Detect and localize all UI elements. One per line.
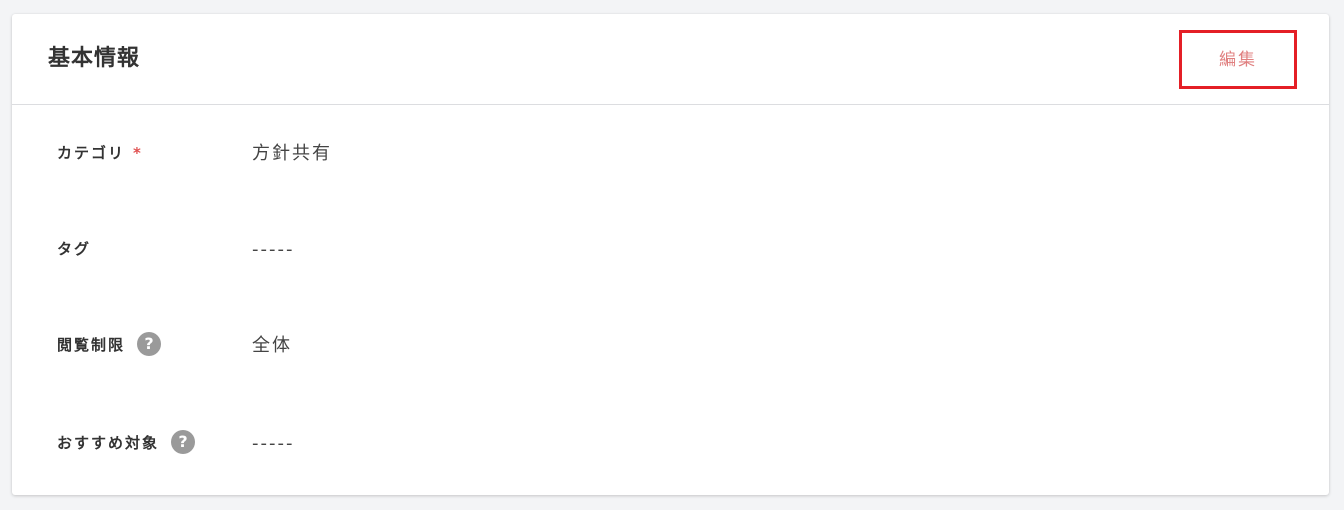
field-value-recommended-target: ----- [252,433,295,454]
card-header: 基本情報 編集 [12,14,1329,105]
field-label-recommended-target: おすすめ対象? [57,429,196,455]
help-icon[interactable]: ? [137,331,162,356]
field-value-category: 方針共有 [252,143,332,164]
page-title: 基本情報 [48,46,141,71]
field-row-access-restriction: 閲覧制限? 全体 [12,331,1329,373]
field-label-category: カテゴリ * [57,141,143,165]
field-row-tag: タグ ----- [12,237,1329,277]
field-row-category: カテゴリ * 方針共有 [12,141,1329,181]
field-value-tag: ----- [252,239,295,260]
required-mark: * [133,144,143,162]
edit-button[interactable]: 編集 [1179,30,1297,89]
basic-info-card: 基本情報 編集 カテゴリ * 方針共有 タグ ----- 閲覧制限? 全体 おすす… [12,14,1329,495]
recommended-target-label-text: おすすめ対象 [57,434,160,452]
help-icon[interactable]: ? [171,429,196,454]
field-row-recommended-target: おすすめ対象? ----- [12,429,1329,471]
access-restriction-label-text: 閲覧制限 [57,336,126,354]
field-label-tag: タグ [57,237,91,261]
field-value-access-restriction: 全体 [252,335,292,356]
category-label-text: カテゴリ [57,144,126,162]
field-label-access-restriction: 閲覧制限? [57,331,162,357]
tag-label-text: タグ [57,240,92,258]
